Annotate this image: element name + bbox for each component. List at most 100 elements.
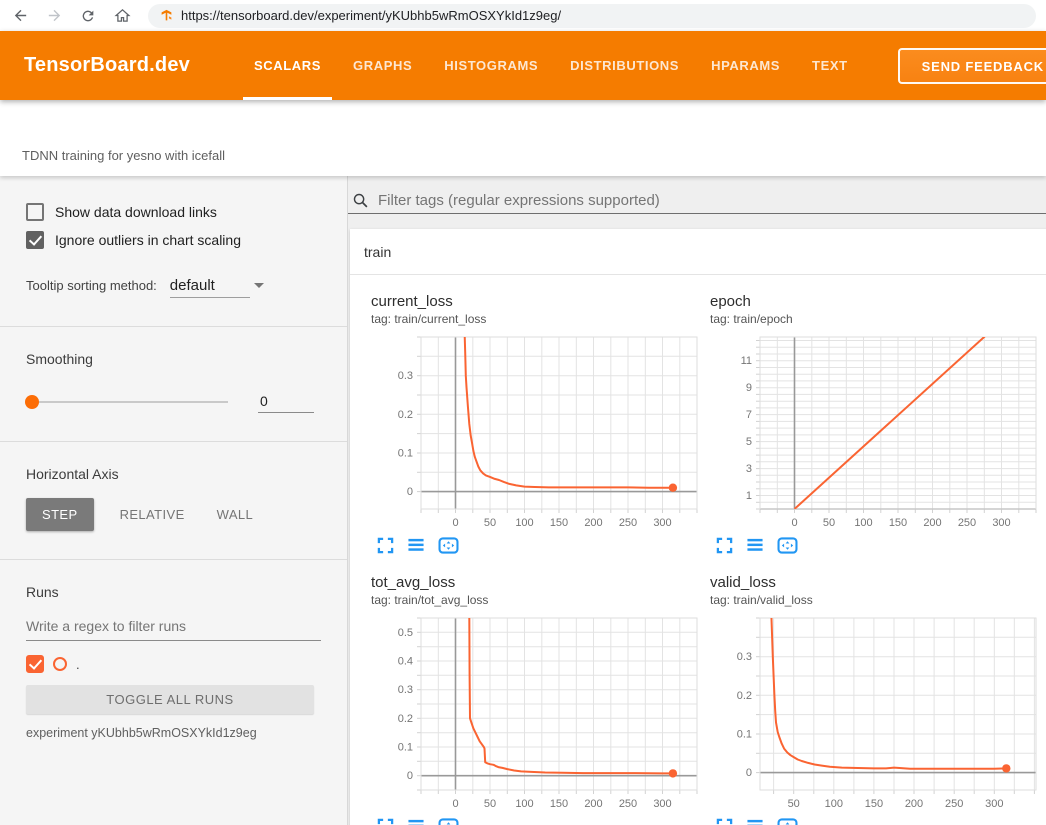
svg-text:100: 100 xyxy=(515,798,533,810)
reload-icon[interactable] xyxy=(78,6,98,26)
svg-text:50: 50 xyxy=(484,517,496,529)
tooltip-sorting-dropdown[interactable]: default xyxy=(170,277,250,298)
top-nav: SCALARS GRAPHS HISTOGRAMS DISTRIBUTIONS … xyxy=(238,31,864,100)
chart-epoch: epoch tag: train/epoch 05010015020025030… xyxy=(710,293,1040,554)
run-name: . xyxy=(76,657,80,672)
tooltip-sorting-label: Tooltip sorting method: xyxy=(26,278,157,293)
run-checkbox-checked-icon[interactable] xyxy=(26,655,44,673)
tab-distributions[interactable]: DISTRIBUTIONS xyxy=(557,31,692,100)
tab-scalars[interactable]: SCALARS xyxy=(241,31,334,100)
run-list-item[interactable]: . xyxy=(26,655,321,673)
view-data-table-icon[interactable] xyxy=(746,818,764,825)
svg-text:300: 300 xyxy=(985,798,1003,810)
content: Show data download links Ignore outliers… xyxy=(0,176,1046,825)
smoothing-value-input[interactable]: 0 xyxy=(258,391,314,413)
svg-text:150: 150 xyxy=(889,517,907,529)
experiment-id-note: experiment yKUbhb5wRmOSXYkId1z9eg xyxy=(26,726,321,740)
scalars-main: train current_loss tag: train/current_lo… xyxy=(348,176,1046,825)
chart-actions xyxy=(716,818,1040,825)
svg-text:11: 11 xyxy=(741,355,752,367)
back-icon[interactable] xyxy=(10,6,30,26)
expand-chart-icon[interactable] xyxy=(377,818,394,825)
chart-actions xyxy=(716,537,1040,554)
svg-text:300: 300 xyxy=(992,517,1010,529)
svg-text:100: 100 xyxy=(515,517,533,529)
toggle-all-runs-button[interactable]: TOGGLE ALL RUNS xyxy=(26,685,314,714)
section-title[interactable]: train xyxy=(350,229,1046,275)
app-header: TensorBoard.dev SCALARS GRAPHS HISTOGRAM… xyxy=(0,31,1046,100)
expand-chart-icon[interactable] xyxy=(716,537,733,554)
svg-text:0: 0 xyxy=(407,486,413,498)
horizontal-axis-buttons: STEP RELATIVE WALL xyxy=(26,498,321,531)
svg-text:0: 0 xyxy=(452,517,458,529)
svg-text:0.2: 0.2 xyxy=(398,713,413,725)
svg-text:3: 3 xyxy=(746,463,752,475)
tab-hparams[interactable]: HPARAMS xyxy=(698,31,793,100)
send-feedback-button[interactable]: SEND FEEDBACK xyxy=(898,48,1046,84)
svg-text:100: 100 xyxy=(854,517,872,529)
tab-text[interactable]: TEXT xyxy=(799,31,861,100)
settings-sidebar: Show data download links Ignore outliers… xyxy=(0,176,348,825)
horizontal-axis-label: Horizontal Axis xyxy=(26,466,321,482)
svg-text:300: 300 xyxy=(653,798,671,810)
chart-title: current_loss xyxy=(371,293,701,310)
expand-chart-icon[interactable] xyxy=(716,818,733,825)
show-download-links-checkbox-row[interactable]: Show data download links xyxy=(26,203,321,221)
experiment-title: TDNN training for yesno with icefall xyxy=(22,148,225,163)
dropdown-value: default xyxy=(170,277,215,294)
experiment-title-strip: TDNN training for yesno with icefall xyxy=(0,100,1046,176)
line-chart-canvas[interactable]: 05010015020025030000.10.20.30.40.5 xyxy=(371,615,701,812)
chart-actions xyxy=(377,818,701,825)
fit-domain-to-data-icon[interactable] xyxy=(777,537,798,554)
tooltip-sorting-row: Tooltip sorting method: default xyxy=(26,277,321,298)
url-text: https://tensorboard.dev/experiment/yKUbh… xyxy=(181,8,561,23)
smoothing-slider[interactable] xyxy=(26,401,228,403)
svg-text:5: 5 xyxy=(746,436,752,448)
address-bar[interactable]: https://tensorboard.dev/experiment/yKUbh… xyxy=(148,4,1036,28)
filter-tags-row xyxy=(348,176,1046,214)
ignore-outliers-checkbox-row[interactable]: Ignore outliers in chart scaling xyxy=(26,231,321,249)
line-chart-canvas[interactable]: 5010015020025030000.10.20.3 xyxy=(710,615,1040,812)
home-icon[interactable] xyxy=(112,6,132,26)
checkbox-checked-icon[interactable] xyxy=(26,231,44,249)
chart-tag: tag: train/epoch xyxy=(710,312,1040,326)
runs-regex-input[interactable] xyxy=(26,614,321,641)
forward-icon[interactable] xyxy=(44,6,64,26)
chart-valid-loss: valid_loss tag: train/valid_loss 5010015… xyxy=(710,574,1040,825)
line-chart-canvas[interactable]: 05010015020025030000.10.20.3 xyxy=(371,334,701,531)
svg-text:0: 0 xyxy=(407,770,413,782)
svg-text:0.5: 0.5 xyxy=(398,627,413,639)
view-data-table-icon[interactable] xyxy=(407,818,425,825)
runs-label: Runs xyxy=(26,584,321,600)
view-data-table-icon[interactable] xyxy=(746,537,764,554)
chart-tot-avg-loss: tot_avg_loss tag: train/tot_avg_loss 050… xyxy=(371,574,701,825)
checkbox-unchecked-icon[interactable] xyxy=(26,203,44,221)
fit-domain-to-data-icon[interactable] xyxy=(777,818,798,825)
chevron-down-icon xyxy=(254,283,264,288)
chart-actions xyxy=(377,537,701,554)
filter-tags-input[interactable] xyxy=(378,192,1046,209)
axis-step-button[interactable]: STEP xyxy=(26,498,94,531)
svg-text:200: 200 xyxy=(905,798,923,810)
divider xyxy=(0,326,347,327)
axis-wall-button[interactable]: WALL xyxy=(201,498,270,531)
browser-toolbar: https://tensorboard.dev/experiment/yKUbh… xyxy=(0,0,1046,31)
svg-text:150: 150 xyxy=(550,517,568,529)
svg-text:50: 50 xyxy=(788,798,800,810)
line-chart-canvas[interactable]: 0501001502002503001357911 xyxy=(710,334,1040,531)
axis-relative-button[interactable]: RELATIVE xyxy=(104,498,201,531)
run-color-circle-icon[interactable] xyxy=(53,657,67,671)
tab-graphs[interactable]: GRAPHS xyxy=(340,31,425,100)
svg-text:300: 300 xyxy=(653,517,671,529)
svg-text:50: 50 xyxy=(484,798,496,810)
checkbox-label: Show data download links xyxy=(55,204,217,220)
svg-text:0.2: 0.2 xyxy=(398,409,413,421)
svg-text:0: 0 xyxy=(791,517,797,529)
fit-domain-to-data-icon[interactable] xyxy=(438,818,459,825)
svg-text:0.3: 0.3 xyxy=(398,684,413,696)
fit-domain-to-data-icon[interactable] xyxy=(438,537,459,554)
expand-chart-icon[interactable] xyxy=(377,537,394,554)
view-data-table-icon[interactable] xyxy=(407,537,425,554)
slider-thumb[interactable] xyxy=(25,395,39,409)
tab-histograms[interactable]: HISTOGRAMS xyxy=(431,31,551,100)
